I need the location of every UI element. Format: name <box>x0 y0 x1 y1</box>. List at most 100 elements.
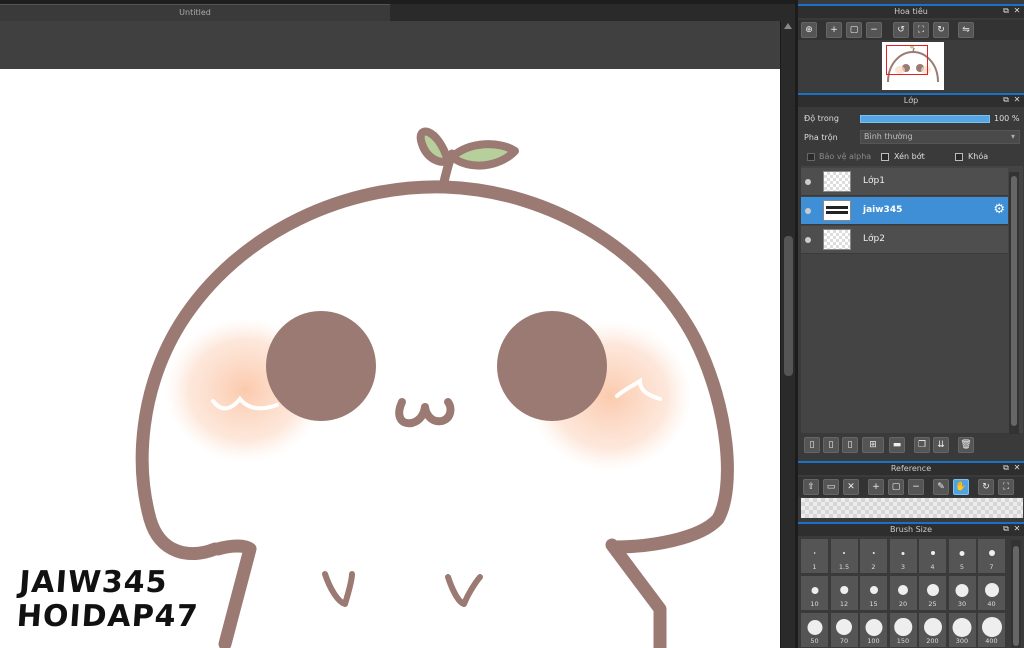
brush-size-grid: 1 1.5 2 3 4 5 7 10 12 15 20 25 30 40 50 70 100 150 200 300 4… <box>800 538 1010 648</box>
close-reference-icon[interactable]: ✕ <box>843 479 859 495</box>
view-rectangle[interactable] <box>886 45 928 75</box>
document-tab[interactable]: Untitled <box>0 4 390 21</box>
layer-list-scrollbar[interactable] <box>1009 172 1019 434</box>
brush-size-cell[interactable]: 1 <box>800 538 829 574</box>
fit-window-icon[interactable]: ▢ <box>846 22 862 38</box>
rotate-right-icon[interactable]: ↻ <box>933 22 949 38</box>
layer-row[interactable]: Lớp2 <box>801 226 1008 254</box>
brush-size-cell[interactable]: 10 <box>800 575 829 611</box>
brush-dot-icon <box>840 586 848 594</box>
scroll-up-arrow-icon[interactable] <box>784 23 792 29</box>
sprout-leaf-right <box>448 140 519 170</box>
protect-alpha-label: Bảo vệ alpha <box>819 152 872 161</box>
brush-size-label: 12 <box>839 600 849 608</box>
detach-icon[interactable]: ⧉ <box>1002 464 1010 472</box>
opacity-slider[interactable] <box>860 115 990 123</box>
brush-size-cell[interactable]: 7 <box>977 538 1006 574</box>
brush-size-title: Brush Size <box>889 525 933 534</box>
protect-alpha-checkbox[interactable] <box>807 153 815 161</box>
actual-size-icon[interactable]: ⛶ <box>998 479 1014 495</box>
brush-size-cell[interactable]: 20 <box>888 575 918 611</box>
sprout-leaf-left <box>416 127 452 166</box>
scroll-thumb[interactable] <box>1013 546 1019 646</box>
new-halftone-layer-icon[interactable]: ▯ <box>823 437 839 453</box>
reference-image-area[interactable] <box>801 498 1023 518</box>
brush-size-label: 200 <box>926 637 939 645</box>
visibility-icon[interactable] <box>805 237 811 243</box>
zoom-out-icon[interactable]: − <box>866 22 882 38</box>
layer-name: Lớp2 <box>863 234 885 244</box>
brush-size-cell[interactable]: 25 <box>918 575 947 611</box>
close-icon[interactable]: ✕ <box>1013 464 1021 472</box>
zoom-in-icon[interactable]: + <box>868 479 884 495</box>
detach-icon[interactable]: ⧉ <box>1002 7 1010 15</box>
fit-window-icon[interactable]: ▢ <box>888 479 904 495</box>
actual-size-icon[interactable]: ⛶ <box>913 22 929 38</box>
clipping-label: Xén bớt <box>894 152 925 161</box>
brush-size-cell[interactable]: 400 <box>977 612 1006 648</box>
brush-size-cell[interactable]: 12 <box>829 575 859 611</box>
brush-size-cell[interactable]: 2 <box>859 538 888 574</box>
add-layer-menu-icon[interactable]: ⊞ <box>862 437 884 453</box>
layer-thumbnail <box>823 200 851 221</box>
zoom-fit-icon[interactable]: ⊕ <box>801 22 817 38</box>
brush-size-label: 15 <box>869 600 878 608</box>
merge-layer-icon[interactable]: ⇊ <box>933 437 949 453</box>
close-icon[interactable]: ✕ <box>1013 525 1021 533</box>
new-layer-icon[interactable]: ▯ <box>804 437 820 453</box>
layer-row[interactable]: Lớp1 <box>801 168 1008 196</box>
brush-size-cell[interactable]: 30 <box>947 575 977 611</box>
right-panel: Hoa tiêu ⧉ ✕ ⊕ + ▢ − ↺ ⛶ ↻ ⇋ Lớp ⧉ ✕ Độ … <box>795 0 1024 648</box>
scroll-thumb[interactable] <box>1011 176 1017 426</box>
zoom-out-icon[interactable]: − <box>908 479 924 495</box>
layer-row-selected[interactable]: jaiw345 ⚙ <box>801 197 1008 225</box>
close-icon[interactable]: ✕ <box>1013 7 1021 15</box>
brush-dot-icon <box>930 551 935 555</box>
brush-size-cell[interactable]: 4 <box>918 538 947 574</box>
brush-size-cell[interactable]: 150 <box>888 612 918 648</box>
brush-size-label: 300 <box>955 637 969 645</box>
clipping-checkbox[interactable] <box>881 153 889 161</box>
brush-size-cell[interactable]: 3 <box>888 538 918 574</box>
brush-size-cell[interactable]: 5 <box>947 538 977 574</box>
brush-size-scrollbar[interactable] <box>1011 540 1021 648</box>
canvas-vertical-scrollbar[interactable] <box>780 21 795 648</box>
detach-icon[interactable]: ⧉ <box>1002 525 1010 533</box>
drawing-canvas[interactable] <box>0 69 780 648</box>
hand-tool-icon[interactable]: ✋ <box>953 479 969 495</box>
open-folder-icon[interactable]: ▭ <box>823 479 839 495</box>
brush-dot-icon <box>872 551 875 555</box>
rotate-icon[interactable]: ↻ <box>978 479 994 495</box>
brush-size-cell[interactable]: 300 <box>947 612 977 648</box>
rotate-left-icon[interactable]: ↺ <box>893 22 909 38</box>
flip-horizontal-icon[interactable]: ⇋ <box>958 22 974 38</box>
eyedropper-icon[interactable]: ✎ <box>933 479 949 495</box>
delete-layer-icon[interactable]: 🗑 <box>958 437 974 453</box>
detach-icon[interactable]: ⧉ <box>1002 96 1010 104</box>
close-icon[interactable]: ✕ <box>1013 96 1021 104</box>
new-1bit-layer-icon[interactable]: ▯ <box>842 437 858 453</box>
zoom-in-icon[interactable]: + <box>826 22 842 38</box>
brush-size-cell[interactable]: 70 <box>829 612 859 648</box>
brush-dot-icon <box>811 586 818 594</box>
brush-size-cell[interactable]: 200 <box>918 612 947 648</box>
new-folder-icon[interactable]: ▬ <box>889 437 905 453</box>
blend-mode-select[interactable]: Bình thường ▾ <box>860 130 1020 144</box>
brush-size-cell[interactable]: 40 <box>977 575 1006 611</box>
lock-checkbox[interactable] <box>955 153 963 161</box>
brush-size-cell[interactable]: 50 <box>800 612 829 648</box>
upload-icon[interactable]: ⇧ <box>803 479 819 495</box>
brush-size-cell[interactable]: 1.5 <box>829 538 859 574</box>
brush-size-label: 40 <box>987 600 996 608</box>
brush-size-cell[interactable]: 15 <box>859 575 888 611</box>
gear-icon[interactable]: ⚙ <box>993 202 1005 217</box>
navigator-preview-area[interactable] <box>798 40 1024 92</box>
visibility-icon[interactable] <box>805 179 811 185</box>
layer-thumbnail <box>823 171 851 192</box>
brush-dot-icon <box>955 583 969 597</box>
scroll-thumb[interactable] <box>784 236 793 376</box>
visibility-icon[interactable] <box>805 208 811 214</box>
duplicate-layer-icon[interactable]: ❐ <box>914 437 930 453</box>
brush-size-cell[interactable]: 100 <box>859 612 888 648</box>
navigator-thumbnail[interactable] <box>882 42 944 90</box>
